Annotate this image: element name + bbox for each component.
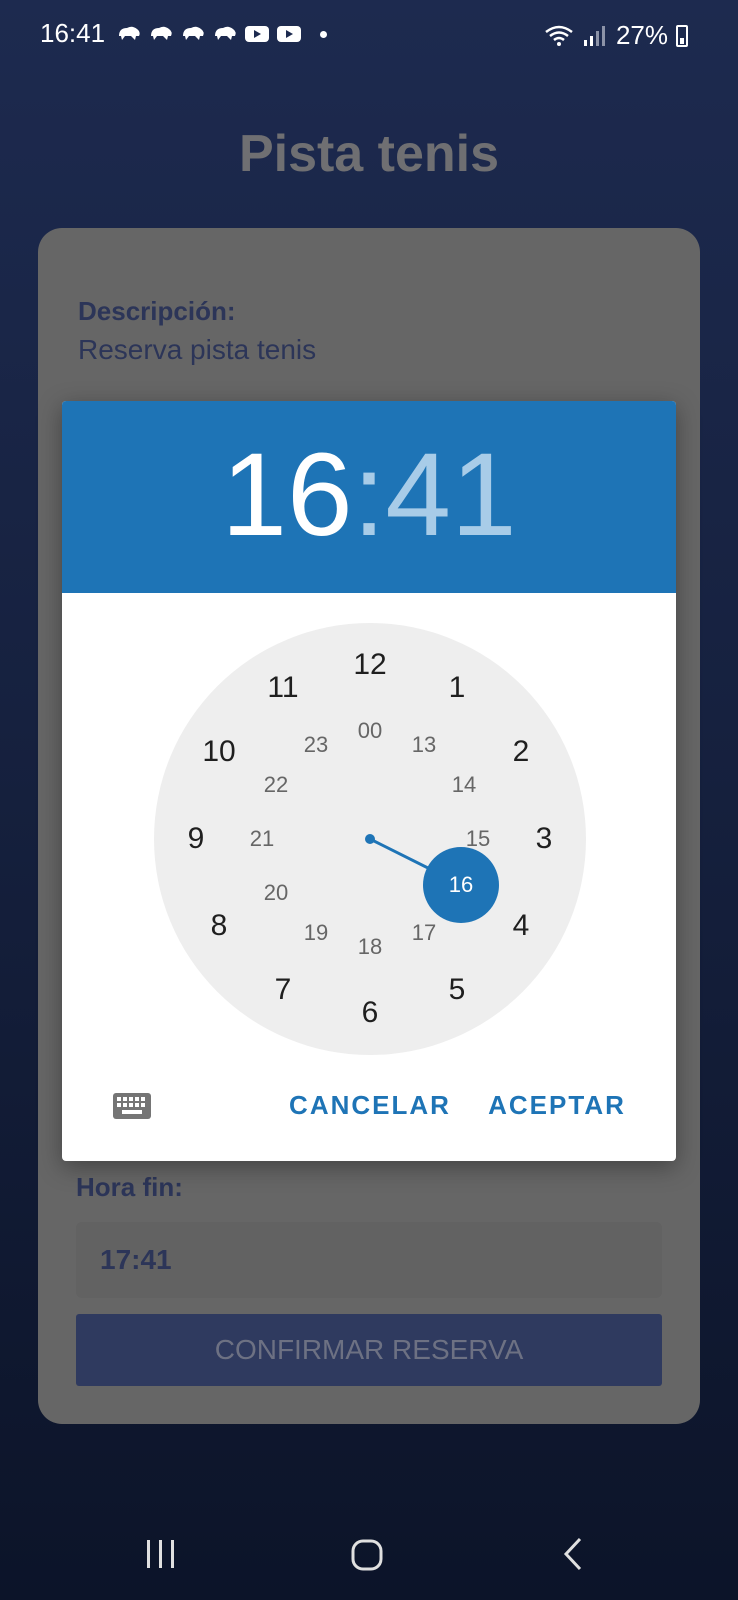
time-display: 16:41: [62, 435, 676, 555]
clock-number-4[interactable]: 4: [491, 906, 551, 946]
app-icon: [183, 26, 204, 40]
clock-number-9[interactable]: 9: [166, 819, 226, 859]
back-icon[interactable]: [560, 1536, 586, 1572]
signal-icon: [583, 25, 605, 46]
more-notifications-dot: [320, 30, 327, 38]
clock-number-20[interactable]: 20: [246, 873, 306, 913]
page-title: Pista tenis: [238, 125, 500, 183]
app-icon: [151, 26, 172, 40]
wifi-icon: [545, 25, 573, 46]
app-icon: [215, 26, 236, 40]
youtube-icon: [277, 26, 301, 42]
battery-icon: [676, 24, 688, 47]
end-time-label: Hora fin:: [76, 1172, 183, 1202]
home-icon[interactable]: [350, 1538, 384, 1572]
status-right: 27%: [544, 20, 688, 51]
clock-number-11[interactable]: 11: [253, 668, 313, 708]
clock-face[interactable]: 12 1 2 3 4 5 6 7 8 9 10 11 00 13 14 15 1…: [154, 623, 586, 1055]
clock-number-8[interactable]: 8: [189, 906, 249, 946]
app-icon: [119, 26, 140, 40]
clock-number-16[interactable]: 16: [431, 865, 491, 905]
clock-number-13[interactable]: 13: [394, 725, 454, 765]
clock-number-17[interactable]: 17: [394, 913, 454, 953]
time-picker-header: 16:41: [62, 401, 676, 593]
end-time-value: 17:41: [100, 1244, 172, 1275]
minute-display[interactable]: 41: [385, 429, 516, 561]
end-time-field[interactable]: 17:41: [76, 1222, 662, 1298]
clock-number-1[interactable]: 1: [427, 668, 487, 708]
keyboard-icon[interactable]: [112, 1091, 152, 1121]
time-separator: :: [352, 429, 386, 561]
status-bar: 16:41 27%: [0, 0, 738, 70]
confirm-reservation-button[interactable]: CONFIRMAR RESERVA: [76, 1314, 662, 1386]
clock-number-12[interactable]: 12: [340, 645, 400, 685]
cancel-button[interactable]: CANCELAR: [284, 1077, 456, 1133]
time-picker-dialog: 16:41 12 1 2 3 4 5 6 7 8 9 10 11 00 13 1…: [62, 401, 676, 1161]
clock-number-7[interactable]: 7: [253, 970, 313, 1010]
clock-number-23[interactable]: 23: [286, 725, 346, 765]
clock-number-21[interactable]: 21: [232, 819, 292, 859]
clock-number-00[interactable]: 00: [340, 711, 400, 751]
description-value: Reserva pista tenis: [78, 334, 317, 365]
hour-display[interactable]: 16: [221, 429, 352, 561]
accept-button[interactable]: ACEPTAR: [482, 1077, 632, 1133]
youtube-icon: [245, 26, 269, 42]
clock-number-14[interactable]: 14: [434, 765, 494, 805]
status-time: 16:41: [40, 18, 106, 48]
clock-number-5[interactable]: 5: [427, 970, 487, 1010]
clock-number-19[interactable]: 19: [286, 913, 346, 953]
clock-number-2[interactable]: 2: [491, 732, 551, 772]
clock-number-6[interactable]: 6: [340, 993, 400, 1033]
navigation-bar: [0, 1530, 738, 1600]
notification-icons: [116, 24, 327, 44]
clock-number-3[interactable]: 3: [514, 819, 574, 859]
clock-number-10[interactable]: 10: [189, 732, 249, 772]
recent-apps-icon[interactable]: [144, 1538, 178, 1570]
clock-number-15[interactable]: 15: [448, 819, 508, 859]
description-label: Descripción:: [78, 296, 236, 326]
clock-number-22[interactable]: 22: [246, 765, 306, 805]
clock-number-18[interactable]: 18: [340, 927, 400, 967]
battery-percentage: 27%: [615, 20, 668, 50]
